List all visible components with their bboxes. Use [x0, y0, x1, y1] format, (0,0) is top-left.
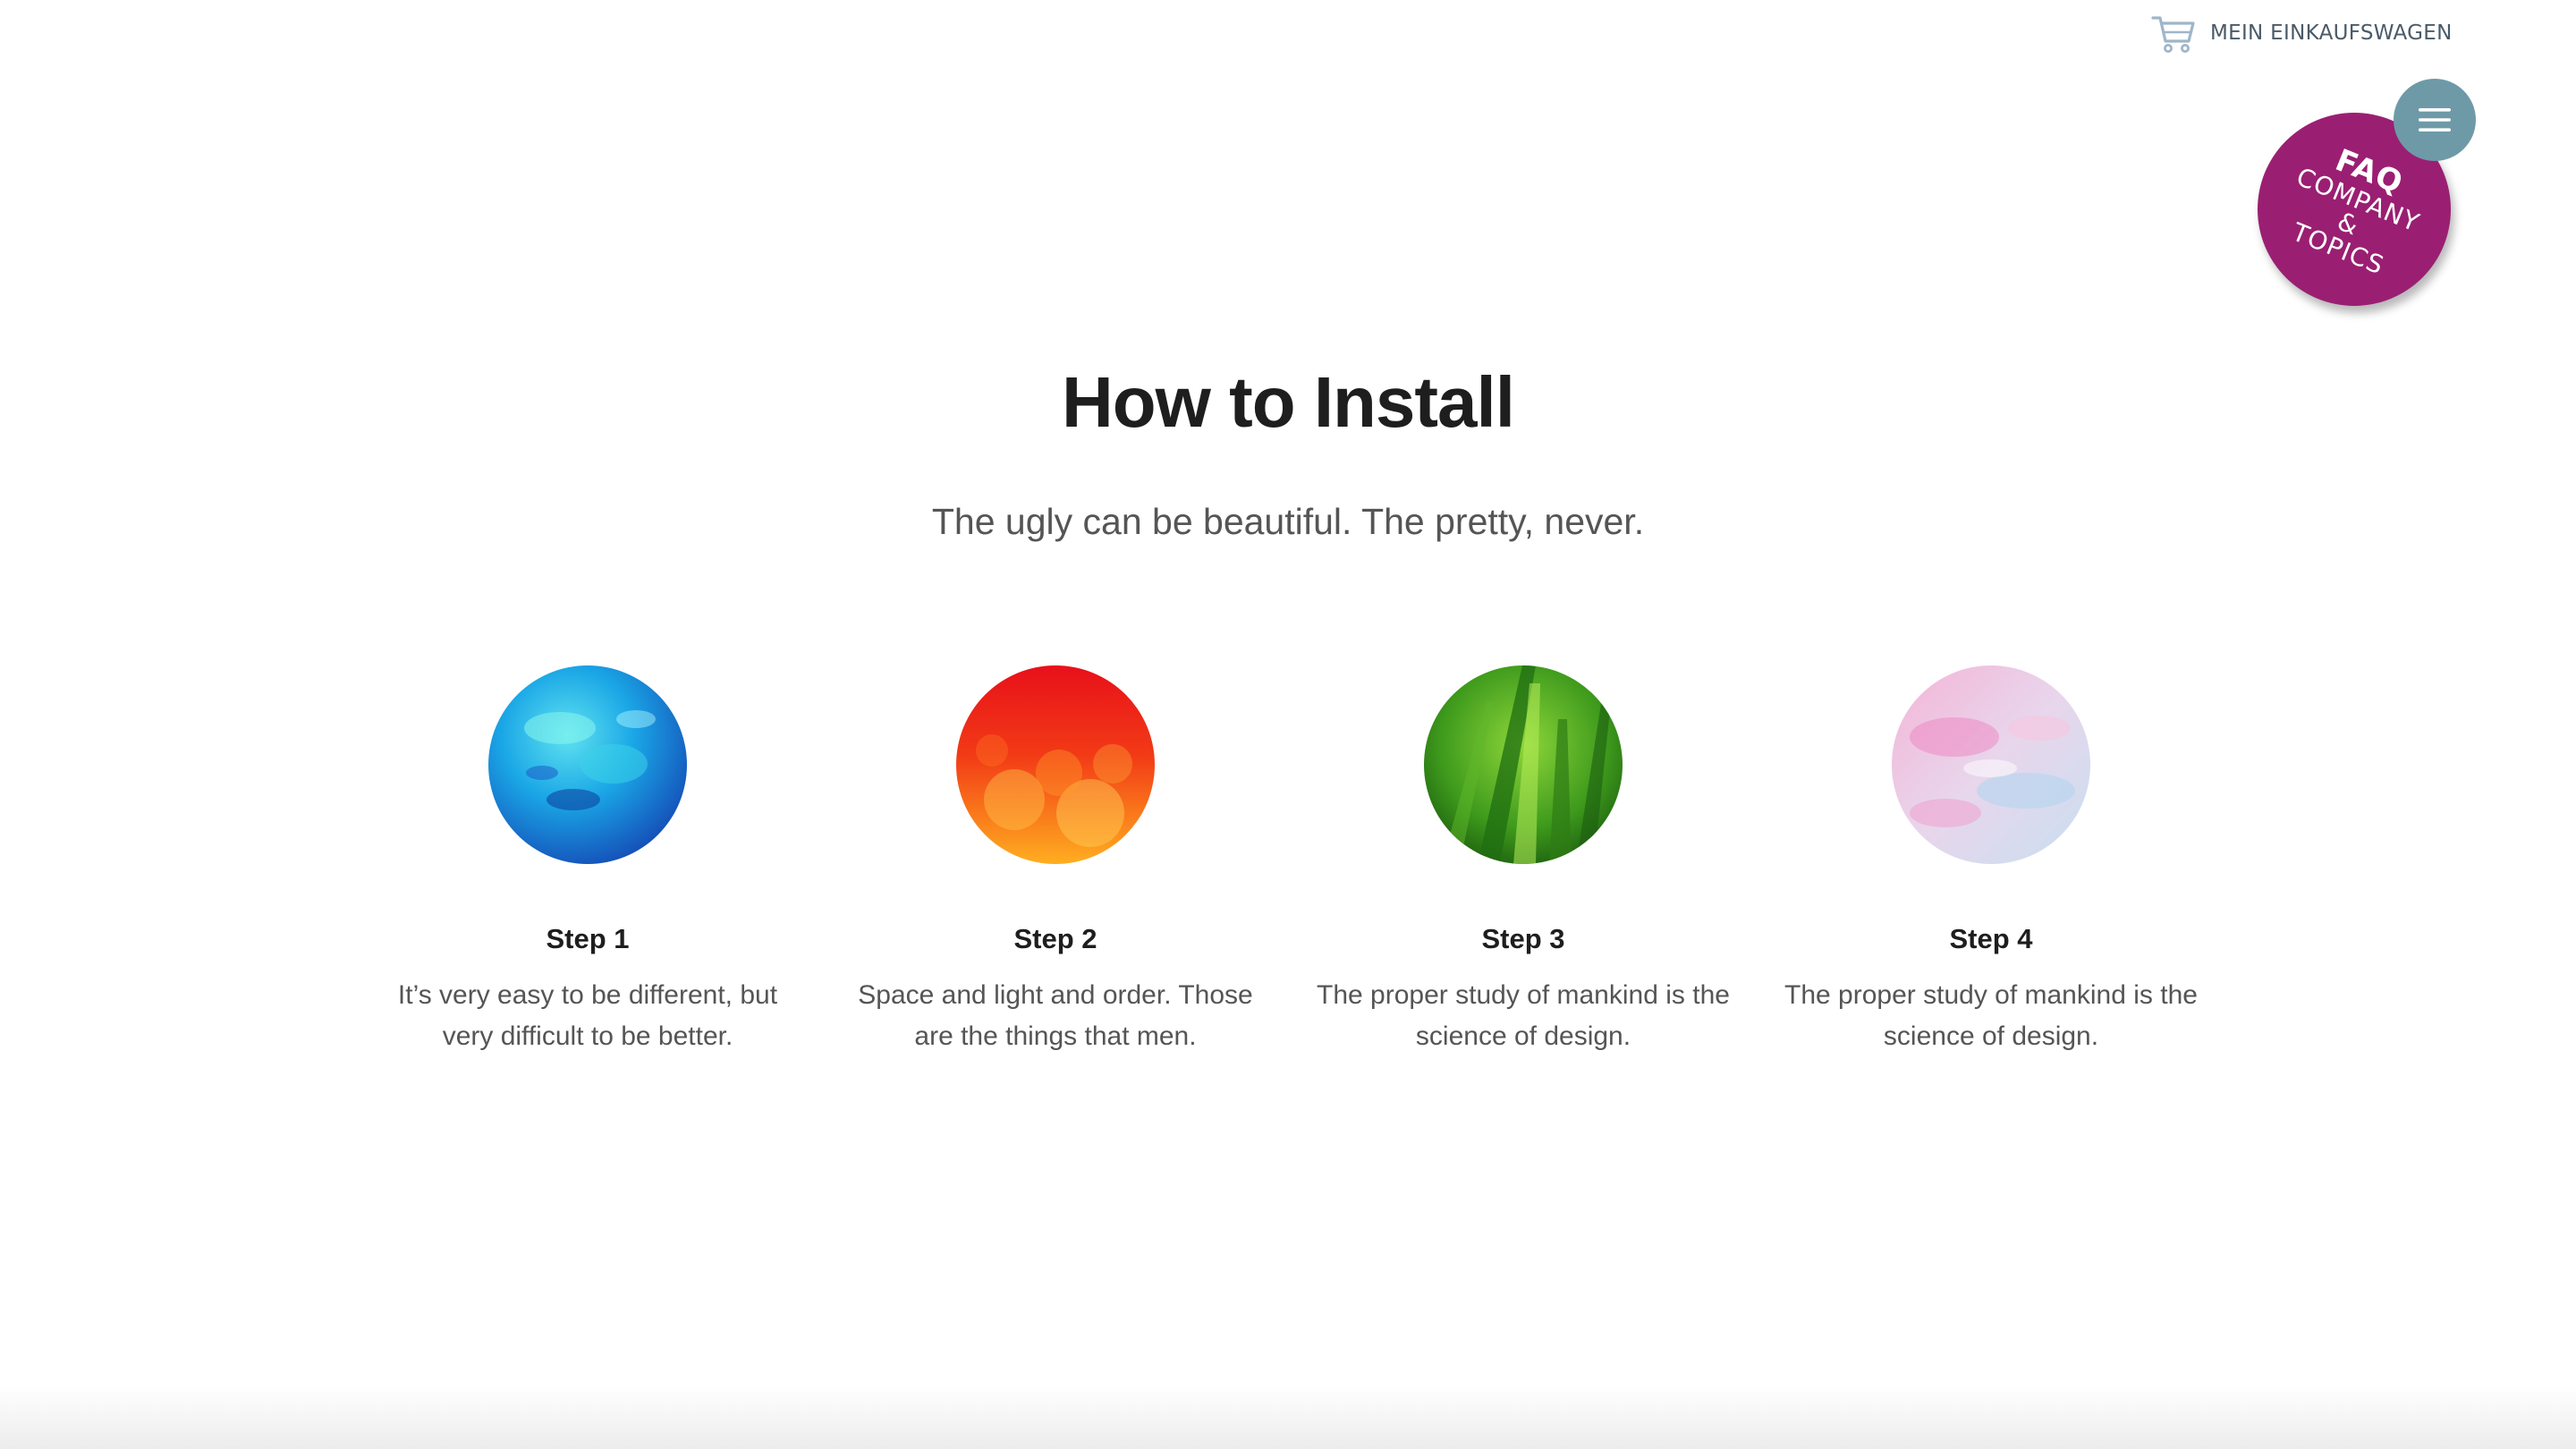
- red-orange-bokeh-image: [956, 665, 1155, 864]
- step-description: The proper study of mankind is the scien…: [1784, 980, 2198, 1051]
- step-title: Step 2: [1013, 923, 1097, 954]
- page: MEIN EINKAUFSWAGEN FAQ COMPANY & TOPICS …: [0, 0, 2576, 1449]
- shopping-cart-icon: [2151, 13, 2196, 54]
- step-description: Space and light and order. Those are the…: [858, 980, 1253, 1051]
- step-card-2: Step 2 Space and light and order. Those …: [832, 665, 1279, 1057]
- green-grass-image: [1424, 665, 1623, 864]
- step-title: Step 4: [1949, 923, 2033, 954]
- page-title: How to Install: [1062, 362, 1515, 442]
- pink-marble-image: [1892, 665, 2090, 864]
- blue-abstract-image: [488, 665, 687, 864]
- cart-link[interactable]: MEIN EINKAUFSWAGEN: [2151, 13, 2453, 54]
- step-card-3: Step 3 The proper study of mankind is th…: [1300, 665, 1747, 1057]
- bottom-fade: [0, 1386, 2576, 1449]
- hamburger-menu-icon: [2417, 106, 2453, 134]
- step-card-4: Step 4 The proper study of mankind is th…: [1767, 665, 2215, 1057]
- step-description: The proper study of mankind is the scien…: [1317, 980, 1730, 1051]
- step-description: It’s very easy to be different, but very…: [397, 980, 778, 1051]
- cart-label: MEIN EINKAUFSWAGEN: [2210, 21, 2453, 45]
- steps-row: Step 1 It’s very easy to be different, b…: [0, 665, 2576, 1077]
- step-title: Step 3: [1481, 923, 1565, 954]
- step-title: Step 1: [546, 923, 630, 954]
- step-card-1: Step 1 It’s very easy to be different, b…: [364, 665, 811, 1057]
- page-subtitle: The ugly can be beautiful. The pretty, n…: [931, 501, 1645, 542]
- menu-button[interactable]: [2394, 79, 2476, 161]
